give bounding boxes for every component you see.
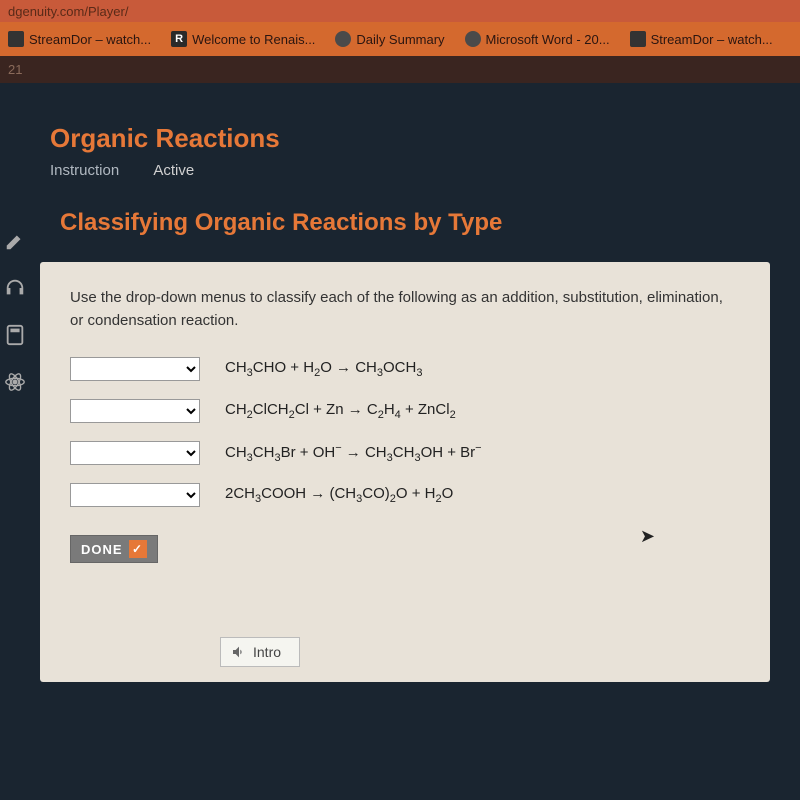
ring-icon — [335, 31, 351, 47]
bookmark-word[interactable]: Microsoft Word - 20... — [465, 31, 610, 47]
lesson-title: Organic Reactions — [50, 123, 750, 154]
content-title: Classifying Organic Reactions by Type — [60, 209, 740, 237]
bookmark-label: Welcome to Renais... — [192, 32, 315, 47]
headphones-icon[interactable] — [4, 277, 26, 299]
page-indicator: 21 — [0, 56, 800, 83]
instruction-label: Instruction — [50, 162, 119, 179]
intro-button[interactable]: Intro — [220, 637, 300, 667]
calculator-icon[interactable] — [4, 324, 26, 346]
cursor-icon: ➤ — [640, 526, 655, 547]
reaction-formula-1: CH3CHO + H2O → CH3OCH3 — [225, 359, 422, 379]
speaker-icon — [231, 644, 247, 660]
content-box: Use the drop-down menus to classify each… — [40, 262, 770, 682]
reaction-dropdown-3[interactable] — [70, 441, 200, 465]
done-button[interactable]: DONE ✓ — [70, 535, 158, 563]
sidebar — [0, 220, 30, 403]
bookmark-daily-summary[interactable]: Daily Summary — [335, 31, 444, 47]
status-label: Active — [153, 162, 194, 179]
reaction-dropdown-2[interactable] — [70, 399, 200, 423]
lesson-header: Organic Reactions Instruction Active — [0, 83, 800, 199]
reaction-formula-3: CH3CH3Br + OH− → CH3CH3OH + Br− — [225, 442, 482, 464]
reaction-row-2: CH2ClCH2Cl + Zn → C2H4 + ZnCl2 — [70, 399, 740, 423]
done-label: DONE — [81, 542, 123, 557]
reaction-formula-2: CH2ClCH2Cl + Zn → C2H4 + ZnCl2 — [225, 401, 456, 421]
bookmark-label: Daily Summary — [356, 32, 444, 47]
bookmarks-bar: StreamDor – watch... R Welcome to Renais… — [0, 22, 800, 56]
checkmark-icon: ✓ — [129, 540, 147, 558]
bookmark-label: Microsoft Word - 20... — [486, 32, 610, 47]
bookmark-label: StreamDor – watch... — [651, 32, 773, 47]
reaction-row-1: CH3CHO + H2O → CH3OCH3 — [70, 357, 740, 381]
bookmark-icon — [630, 31, 646, 47]
bookmark-streamdor-2[interactable]: StreamDor – watch... — [630, 31, 773, 47]
reaction-dropdown-1[interactable] — [70, 357, 200, 381]
ring-icon — [465, 31, 481, 47]
atom-icon[interactable] — [4, 371, 26, 393]
bookmark-renaissance[interactable]: R Welcome to Renais... — [171, 31, 315, 47]
bookmark-icon: R — [171, 31, 187, 47]
bookmark-streamdor-1[interactable]: StreamDor – watch... — [8, 31, 151, 47]
intro-label: Intro — [253, 644, 281, 660]
reaction-dropdown-4[interactable] — [70, 483, 200, 507]
reaction-row-4: 2CH3COOH → (CH3CO)2O + H2O — [70, 483, 740, 507]
content-header: Classifying Organic Reactions by Type — [0, 199, 800, 262]
bookmark-icon — [8, 31, 24, 47]
reaction-row-3: CH3CH3Br + OH− → CH3CH3OH + Br− — [70, 441, 740, 465]
url-bar[interactable]: dgenuity.com/Player/ — [0, 0, 800, 22]
instructions-text: Use the drop-down menus to classify each… — [70, 287, 740, 332]
reaction-formula-4: 2CH3COOH → (CH3CO)2O + H2O — [225, 485, 453, 505]
bookmark-label: StreamDor – watch... — [29, 32, 151, 47]
pencil-icon[interactable] — [4, 230, 26, 252]
lesson-subtitle: Instruction Active — [50, 162, 750, 179]
